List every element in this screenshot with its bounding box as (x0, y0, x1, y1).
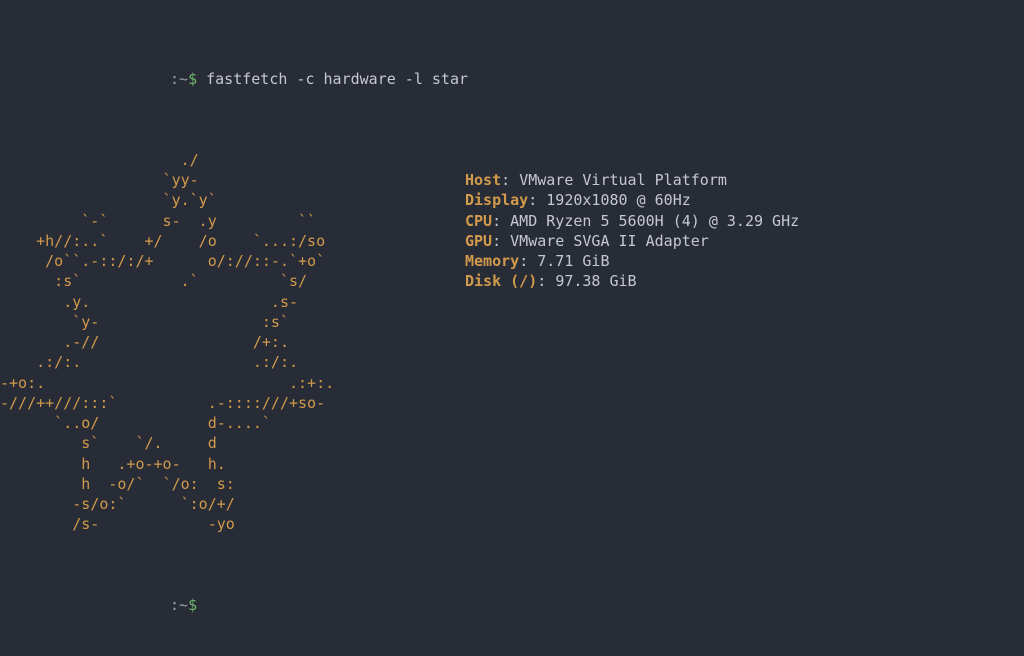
ascii-logo-line: -s/o:` `:o/+/ (0, 494, 465, 514)
info-separator: : (492, 212, 510, 230)
ascii-logo-line: -+o:. .:+:. (0, 373, 465, 393)
ascii-logo-line: `..o/ d-....` (0, 413, 465, 433)
output-row: `..o/ d-....` (0, 413, 1024, 433)
output-row: `yy-Host: VMware Virtual Platform (0, 170, 1024, 190)
output-row: ./ (0, 150, 1024, 170)
output-row: :s` .` `s/Disk (/): 97.38 GiB (0, 271, 1024, 291)
info-label: Disk (465, 272, 501, 290)
info-label: CPU (465, 212, 492, 230)
info-separator: : (501, 171, 519, 189)
info-label: Display (465, 191, 528, 209)
output-row: .y. .s- (0, 292, 1024, 312)
output-row: h .+o-+o- h. (0, 454, 1024, 474)
output-row: +h//:..` +/ /o `...:/soGPU: VMware SVGA … (0, 231, 1024, 251)
info-value: 97.38 GiB (555, 272, 636, 290)
prompt-line-1: :~$ fastfetch -c hardware -l star (0, 69, 1024, 89)
output-row: h -o/` `/o: s: (0, 474, 1024, 494)
output-row: /o``.-::/:/+ o/://::-.`+o`Memory: 7.71 G… (0, 251, 1024, 271)
ascii-logo-line: .:/:. .:/:. (0, 352, 465, 372)
info-line: Disk (/): 97.38 GiB (465, 271, 637, 291)
info-line: Display: 1920x1080 @ 60Hz (465, 190, 691, 210)
output-row: .-// /+:. (0, 332, 1024, 352)
info-value: 1920x1080 @ 60Hz (546, 191, 691, 209)
output-row: .:/:. .:/:. (0, 352, 1024, 372)
info-label: GPU (465, 232, 492, 250)
ascii-logo-line: `-` s- .y `` (0, 211, 465, 231)
ascii-logo-line: +h//:..` +/ /o `...:/so (0, 231, 465, 251)
command-text: fastfetch -c hardware -l star (206, 70, 468, 88)
prompt-dollar-2: $ (188, 596, 197, 614)
ascii-logo-line: /s- -yo (0, 514, 465, 534)
ascii-logo-line: `y.`y` (0, 190, 465, 210)
info-separator: : (537, 272, 555, 290)
info-value: VMware SVGA II Adapter (510, 232, 709, 250)
output-row: s` `/. d (0, 433, 1024, 453)
output-row: `y.`y`Display: 1920x1080 @ 60Hz (0, 190, 1024, 210)
ascii-logo-line: /o``.-::/:/+ o/://::-.`+o` (0, 251, 465, 271)
prompt-line-2: :~$ (0, 595, 1024, 615)
ascii-logo-line: .y. .s- (0, 292, 465, 312)
ascii-logo-line: :s` .` `s/ (0, 271, 465, 291)
info-value: 7.71 GiB (537, 252, 609, 270)
info-line: Host: VMware Virtual Platform (465, 170, 727, 190)
info-label: Memory (465, 252, 519, 270)
info-line: GPU: VMware SVGA II Adapter (465, 231, 709, 251)
ascii-logo-line: .-// /+:. (0, 332, 465, 352)
output-row: /s- -yo (0, 514, 1024, 534)
prompt-dollar: $ (188, 70, 197, 88)
info-paren: (/) (501, 272, 537, 290)
ascii-logo-line: h -o/` `/o: s: (0, 474, 465, 494)
output-row: `-` s- .y ``CPU: AMD Ryzen 5 5600H (4) @… (0, 211, 1024, 231)
output-row: -s/o:` `:o/+/ (0, 494, 1024, 514)
ascii-logo-line: `yy- (0, 170, 465, 190)
info-line: CPU: AMD Ryzen 5 5600H (4) @ 3.29 GHz (465, 211, 799, 231)
info-separator: : (492, 232, 510, 250)
info-separator: : (528, 191, 546, 209)
info-line: Memory: 7.71 GiB (465, 251, 610, 271)
fastfetch-output: ./ `yy-Host: VMware Virtual Platform `y.… (0, 150, 1024, 535)
info-label: Host (465, 171, 501, 189)
prompt-path-2: :~ (170, 596, 188, 614)
ascii-logo-line: s` `/. d (0, 433, 465, 453)
output-row: -///++///:::` .-::::///+so- (0, 393, 1024, 413)
info-separator: : (519, 252, 537, 270)
output-row: `y- :s` (0, 312, 1024, 332)
ascii-logo-line: `y- :s` (0, 312, 465, 332)
ascii-logo-line: -///++///:::` .-::::///+so- (0, 393, 465, 413)
ascii-logo-line: ./ (0, 150, 465, 170)
terminal[interactable]: :~$ fastfetch -c hardware -l star ./ `yy… (0, 8, 1024, 656)
info-value: VMware Virtual Platform (519, 171, 727, 189)
output-row: -+o:. .:+:. (0, 373, 1024, 393)
info-value: AMD Ryzen 5 5600H (4) @ 3.29 GHz (510, 212, 799, 230)
prompt-path: :~ (170, 70, 188, 88)
ascii-logo-line: h .+o-+o- h. (0, 454, 465, 474)
